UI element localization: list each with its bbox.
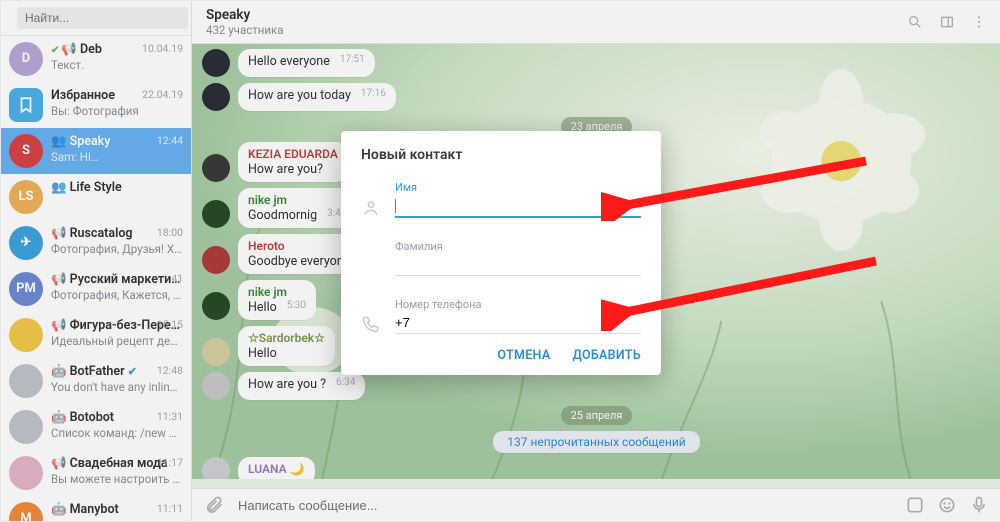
phone-icon	[361, 314, 381, 334]
modal-title: Новый контакт	[361, 147, 641, 163]
new-contact-modal: Новый контакт Имя Фамилия Номер телефо	[341, 131, 661, 375]
cancel-button[interactable]: ОТМЕНА	[497, 348, 550, 363]
person-icon	[361, 198, 381, 218]
surname-label: Фамилия	[395, 240, 641, 253]
firstname-input[interactable]	[395, 196, 641, 218]
phone-input[interactable]	[395, 313, 641, 334]
field-firstname: Имя	[361, 181, 641, 218]
field-surname: Фамилия	[361, 240, 641, 276]
phone-label: Номер телефона	[395, 298, 641, 311]
add-button[interactable]: ДОБАВИТЬ	[572, 348, 641, 363]
modal-backdrop[interactable]: Новый контакт Имя Фамилия Номер телефо	[1, 1, 1000, 521]
field-phone: Номер телефона	[361, 298, 641, 334]
surname-input[interactable]	[395, 255, 641, 276]
firstname-label: Имя	[395, 181, 641, 194]
